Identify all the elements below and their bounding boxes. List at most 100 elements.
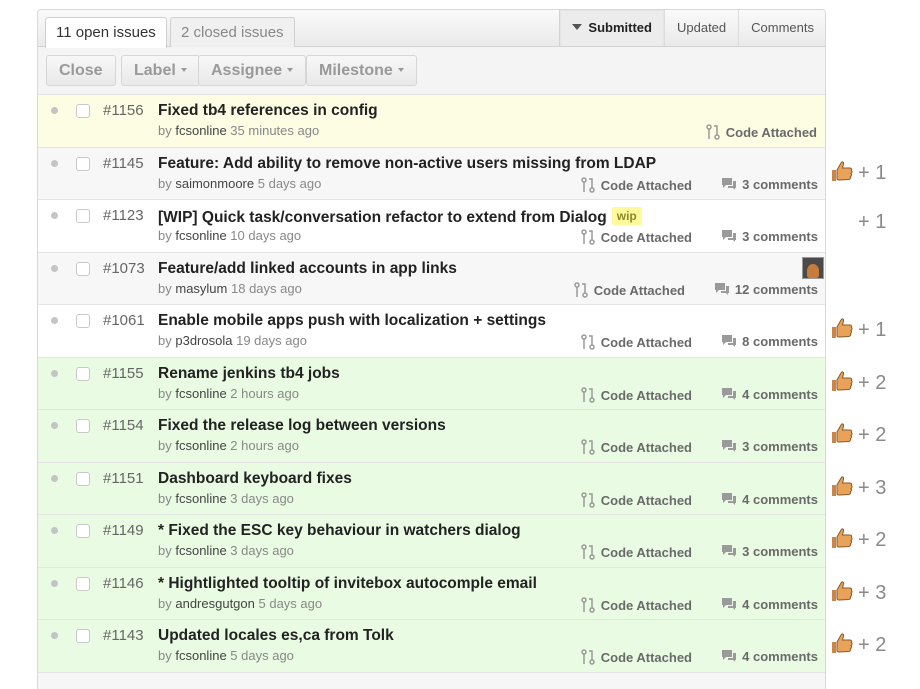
pull-request-icon [581,176,601,193]
sort-submitted[interactable]: Submitted [560,10,664,46]
issue-row[interactable]: #1154 Fixed the release log between versi… [38,410,825,463]
code-attached-label: Code Attached [600,597,692,613]
comments-count[interactable]: 3 comments [721,177,818,192]
issue-checkbox[interactable] [76,104,90,118]
chevron-down-icon [180,68,187,72]
comments-count[interactable]: 4 comments [721,492,818,507]
comments-count[interactable]: 4 comments [721,649,818,664]
issue-checkbox[interactable] [76,576,90,591]
milestone-dropdown[interactable]: Milestone [306,55,417,86]
code-attached[interactable]: Code Attached [581,229,692,245]
issue-title[interactable]: [WIP] Quick task/conversation refactor t… [158,207,642,227]
issue-row[interactable]: #1145 Feature: Add ability to remove non-… [38,147,825,200]
issue-title[interactable]: Updated locales es,ca from Tolk [158,627,394,645]
code-attached[interactable]: Code Attached [581,386,692,403]
issue-row[interactable]: #1151 Dashboard keyboard fixes by fcsonlin… [38,462,825,515]
issue-author[interactable]: masylum [175,281,227,296]
issue-title[interactable]: Feature/add linked accounts in app links [158,260,457,278]
issue-checkbox[interactable] [76,261,90,276]
status-dot-icon [51,107,58,114]
issue-checkbox[interactable] [76,209,90,223]
vote-count[interactable]: + 2 [830,369,910,397]
issue-row[interactable]: #1061 Enable mobile apps push with locali… [38,305,825,358]
vote-count-label: + 2 [858,371,887,394]
issue-time: 3 days ago [230,543,294,558]
close-button[interactable]: Close [46,55,116,86]
issue-row[interactable]: #1149 * Fixed the ESC key behaviour in wa… [38,515,825,568]
code-attached[interactable]: Code Attached [581,491,692,508]
tab-open-issues[interactable]: 11 open issues [45,17,167,48]
issue-author[interactable]: saimonmoore [175,176,254,191]
issue-title[interactable]: Dashboard keyboard fixes [158,470,352,488]
issue-checkbox[interactable] [76,366,90,381]
issue-meta: by fcsonline 2 hours ago [158,438,299,453]
issue-title[interactable]: Rename jenkins tb4 jobs [158,365,340,383]
code-attached-label: Code Attached [600,545,692,560]
comment-icon [721,597,742,612]
code-attached[interactable]: Code Attached [581,596,692,613]
issue-row[interactable]: #1156 Fixed tb4 references in config by fc… [38,95,825,148]
issue-author[interactable]: fcsonline [175,228,226,243]
issue-checkbox[interactable] [76,156,90,171]
issue-author[interactable]: fcsonline [175,648,226,663]
code-attached[interactable]: Code Attached [581,439,692,455]
issue-title[interactable]: Enable mobile apps push with localizatio… [158,312,546,330]
tab-closed-issues[interactable]: 2 closed issues [170,17,295,48]
issue-title[interactable]: * Fixed the ESC key behaviour in watcher… [158,522,521,540]
issue-checkbox[interactable] [76,314,90,328]
label-dropdown[interactable]: Label [121,55,200,86]
issue-author[interactable]: fcsonline [175,543,226,558]
code-attached[interactable]: Code Attached [706,124,817,140]
comments-count[interactable]: 8 comments [721,334,818,349]
issue-author[interactable]: fcsonline [175,123,226,138]
issue-row[interactable]: #1073 Feature/add linked accounts in app … [38,252,825,305]
comments-count[interactable]: 3 comments [721,544,818,559]
issue-author[interactable]: andresgutgon [175,596,255,611]
code-attached[interactable]: Code Attached [581,334,692,350]
comments-count[interactable]: 4 comments [721,597,818,612]
issue-checkbox[interactable] [76,471,90,486]
code-attached-label: Code Attached [600,335,692,350]
sort-comments[interactable]: Comments [738,10,825,46]
assignee-dropdown[interactable]: Assignee [198,55,307,86]
issue-title[interactable]: Fixed the release log between versions [158,417,446,435]
issue-row[interactable]: #1155 Rename jenkins tb4 jobs by fcsonline… [38,357,825,410]
issue-title[interactable]: Fixed tb4 references in config [158,102,378,120]
issue-title[interactable]: * Hightlighted tooltip of invitebox auto… [158,575,537,593]
comments-count[interactable]: 4 comments [721,387,818,402]
issue-author[interactable]: fcsonline [175,491,226,506]
issue-title-text: Updated locales es,ca from Tolk [158,627,394,644]
code-attached[interactable]: Code Attached [581,176,692,193]
avatar[interactable] [802,256,824,279]
comments-count[interactable]: 12 comments [714,282,818,297]
issue-row[interactable]: #1123 [WIP] Quick task/conversation refac… [38,200,825,253]
vote-count[interactable]: + 2 [830,526,910,554]
vote-count[interactable]: + 2 [830,631,910,659]
comments-count[interactable]: 3 comments [721,439,818,454]
code-attached[interactable]: Code Attached [574,281,685,298]
issue-checkbox[interactable] [76,419,90,433]
vote-count[interactable]: + 1 [830,159,910,187]
comments-count[interactable]: 3 comments [721,229,818,244]
comment-icon [721,387,742,402]
code-attached[interactable]: Code Attached [581,649,692,665]
vote-count[interactable]: + 1 [830,211,910,239]
issue-meta: by masylum 18 days ago [158,281,302,296]
issue-row[interactable]: #1146 * Hightlighted tooltip of invitebox… [38,567,825,620]
issue-time: 35 minutes ago [230,123,320,138]
issue-title[interactable]: Feature: Add ability to remove non-activ… [158,155,656,173]
sort-updated[interactable]: Updated [663,10,738,46]
issue-author[interactable]: fcsonline [175,386,226,401]
vote-count[interactable]: + 3 [830,579,910,607]
issue-author[interactable]: p3drosola [175,333,232,348]
vote-count[interactable]: + 2 [830,421,910,449]
code-attached-label: Code Attached [600,440,692,455]
issue-checkbox[interactable] [76,524,90,538]
issue-checkbox[interactable] [76,629,90,643]
issue-title-text: Enable mobile apps push with localizatio… [158,312,546,329]
code-attached[interactable]: Code Attached [581,544,692,560]
vote-count[interactable]: + 1 [830,316,910,344]
issue-row[interactable]: #1143 Updated locales es,ca from Tolk by f… [38,620,825,673]
issue-author[interactable]: fcsonline [175,438,226,453]
vote-count[interactable]: + 3 [830,474,910,502]
